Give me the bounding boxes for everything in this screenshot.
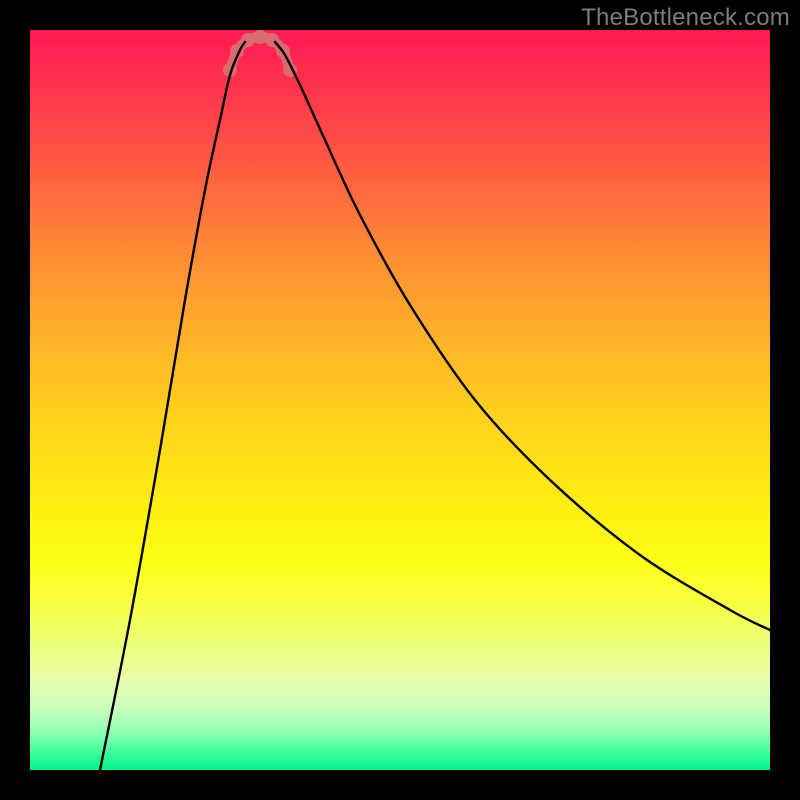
watermark-text: TheBottleneck.com <box>581 4 790 32</box>
plot-area <box>30 30 770 770</box>
curve-right-branch <box>275 42 770 630</box>
chart-frame: TheBottleneck.com <box>0 0 800 800</box>
fit-overlay-group <box>223 30 297 77</box>
fit-marker-dot <box>253 30 267 44</box>
curve-left-branch <box>100 42 245 770</box>
curve-layer <box>30 30 770 770</box>
fit-overlay-dots <box>223 30 297 77</box>
